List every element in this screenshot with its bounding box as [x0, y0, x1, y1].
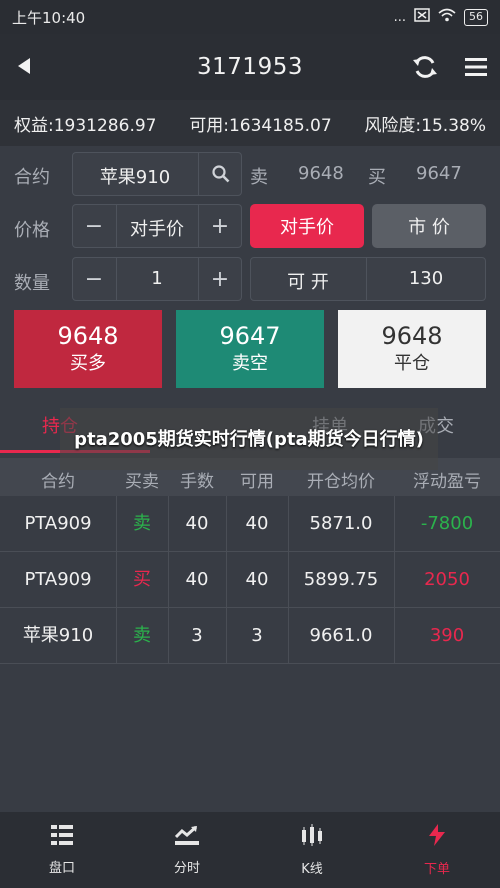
quantity-label: 数量 [14, 273, 50, 294]
available-text: 可用:1634185.07 [189, 115, 332, 136]
notification-dots: ... [393, 9, 406, 25]
wifi-icon [438, 8, 456, 26]
row-contract: PTA909 [24, 513, 92, 534]
sell-short-price: 9647 [219, 322, 281, 350]
sell-label: 卖 [250, 167, 268, 188]
row-side: 卖 [133, 513, 151, 534]
row-qty: 3 [191, 625, 203, 646]
buy-price: 9647 [416, 163, 462, 184]
no-sim-icon [414, 8, 430, 26]
refresh-icon[interactable] [410, 52, 440, 82]
row-pnl: 2050 [424, 569, 470, 590]
nav-timeshare-label: 分时 [173, 860, 200, 876]
equity-text: 权益:1931286.97 [14, 115, 157, 136]
row-avg-price: 9661.0 [309, 625, 373, 646]
buy-long-button[interactable]: 9648 买多 [14, 310, 162, 388]
price-plus-button[interactable]: + [198, 204, 242, 248]
row-qty: 40 [185, 513, 209, 534]
row-pnl: 390 [429, 625, 465, 646]
buy-long-price: 9648 [57, 322, 119, 350]
row-qty: 40 [185, 569, 209, 590]
price-value: 对手价 [130, 219, 184, 240]
counterparty-price-button[interactable]: 对手价 [250, 204, 364, 248]
col-pnl: 浮动盈亏 [413, 472, 481, 492]
row-available: 40 [245, 569, 269, 590]
close-position-button[interactable]: 9648 平仓 [338, 310, 486, 388]
nav-candlestick[interactable]: K线 [262, 812, 362, 888]
menu-icon[interactable] [463, 54, 489, 80]
open-qty-label: 可 开 [287, 272, 329, 293]
buy-label: 买 [368, 167, 386, 188]
back-icon[interactable] [12, 54, 36, 78]
row-side: 卖 [133, 625, 151, 646]
battery-icon: 56 [464, 8, 488, 26]
quantity-plus-button[interactable]: + [198, 257, 242, 301]
close-label: 平仓 [394, 353, 430, 374]
account-number-title: 3171953 [197, 54, 303, 80]
table-row[interactable]: PTA909 卖 40 40 5871.0 -7800 [0, 496, 500, 552]
nav-place-order[interactable]: 下单 [387, 812, 487, 888]
nav-candlestick-label: K线 [301, 861, 323, 877]
open-qty-value: 130 [408, 268, 444, 289]
nav-orderbook-label: 盘口 [48, 860, 75, 876]
timeshare-icon [174, 825, 199, 849]
orderbook-icon [51, 824, 73, 849]
status-time: 上午10:40 [12, 8, 86, 27]
status-icons: ... 56 [394, 8, 488, 26]
row-side: 买 [133, 569, 151, 590]
col-qty: 手数 [180, 472, 214, 492]
row-available: 40 [245, 513, 269, 534]
overlay-caption: pta2005期货实时行情(pta期货今日行情) [60, 408, 438, 470]
table-row[interactable]: PTA909 买 40 40 5899.75 2050 [0, 552, 500, 608]
row-contract: 苹果910 [22, 625, 94, 646]
nav-orderbook[interactable]: 盘口 [12, 812, 112, 888]
account-summary: 权益:1931286.97 可用:1634185.07 风险度:15.38% [0, 100, 500, 146]
market-price-button[interactable]: 市 价 [372, 204, 486, 248]
contract-label: 合约 [14, 167, 50, 188]
quantity-value[interactable]: 1 [116, 268, 198, 289]
sell-short-label: 卖空 [232, 353, 268, 374]
col-side: 买卖 [125, 472, 159, 492]
row-available: 3 [251, 625, 263, 646]
nav-timeshare[interactable]: 分时 [137, 812, 237, 888]
price-label: 价格 [14, 220, 50, 241]
row-contract: PTA909 [24, 569, 92, 590]
sell-price: 9648 [298, 163, 344, 184]
table-row[interactable]: 苹果910 卖 3 3 9661.0 390 [0, 608, 500, 664]
row-avg-price: 5899.75 [303, 569, 379, 590]
quantity-minus-button[interactable]: − [72, 257, 116, 301]
price-minus-button[interactable]: − [72, 204, 116, 248]
close-price: 9648 [381, 322, 443, 350]
buy-long-label: 买多 [70, 353, 106, 374]
sell-short-button[interactable]: 9647 卖空 [176, 310, 324, 388]
top-nav: 3171953 [0, 34, 500, 100]
col-avg-price: 开仓均价 [307, 472, 375, 492]
lightning-icon [428, 823, 446, 850]
risk-text: 风险度:15.38% [364, 115, 486, 136]
status-bar: 上午10:40 ... 56 [0, 0, 500, 34]
candlestick-icon [301, 823, 323, 850]
search-icon[interactable] [199, 152, 242, 196]
overlay-caption-text: pta2005期货实时行情(pta期货今日行情) [74, 428, 424, 450]
row-avg-price: 5871.0 [309, 513, 373, 534]
nav-place-order-label: 下单 [423, 861, 450, 877]
col-available: 可用 [240, 472, 274, 492]
row-pnl: -7800 [420, 513, 474, 534]
contract-value: 苹果910 [99, 167, 171, 188]
col-contract: 合约 [41, 472, 75, 492]
